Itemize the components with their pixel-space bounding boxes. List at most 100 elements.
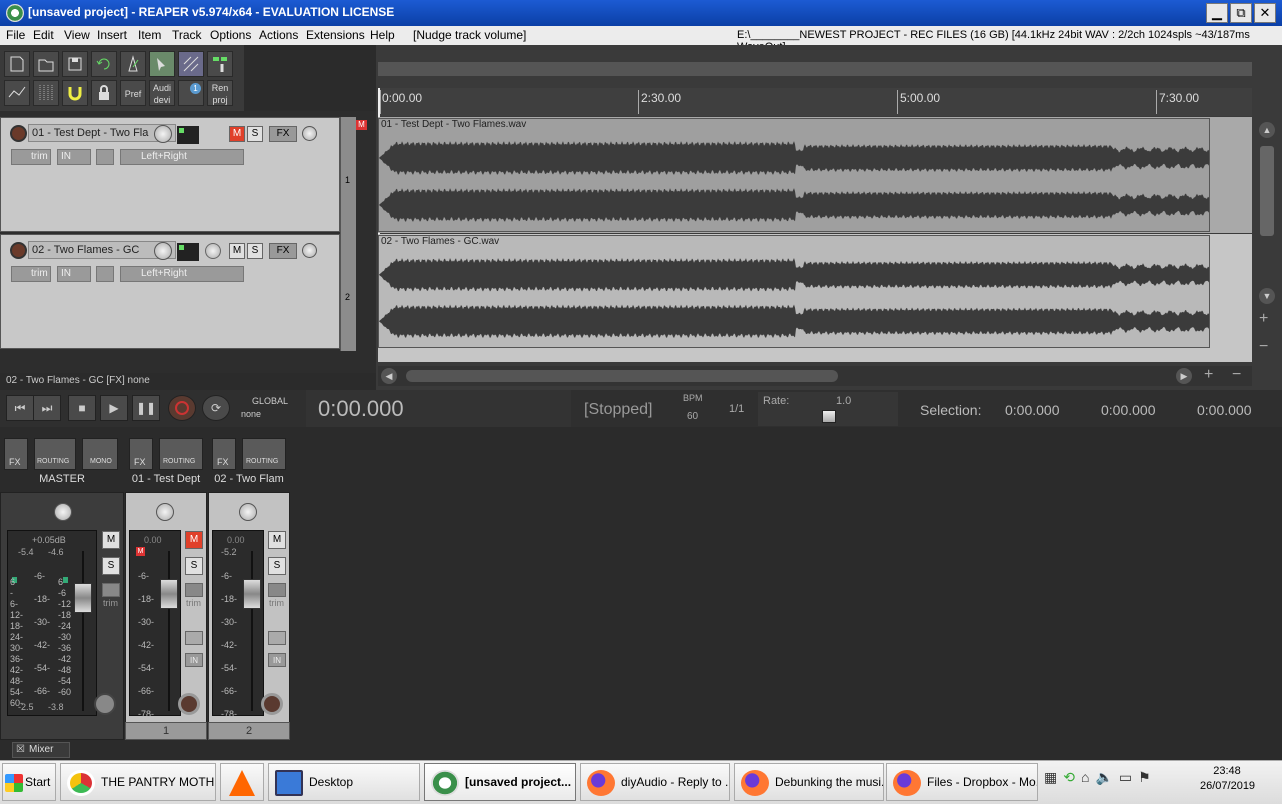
channel-send-icon[interactable] bbox=[268, 631, 286, 645]
task-reaper[interactable]: [unsaved project... bbox=[424, 763, 576, 801]
menu-options[interactable]: Options bbox=[210, 28, 251, 42]
system-tray[interactable]: ▦⟲⌂🔈▭⚑ bbox=[1044, 769, 1194, 795]
scroll-up-icon[interactable]: ▲ bbox=[1259, 122, 1275, 138]
channel-routing-button[interactable]: ROUTING bbox=[159, 438, 203, 470]
global-automation[interactable]: GLOBAL none bbox=[238, 395, 288, 421]
track-fx-button[interactable]: FX bbox=[269, 243, 297, 259]
tray-sync-icon[interactable]: ⟲ bbox=[1063, 769, 1081, 785]
h-zoom-in-icon[interactable]: + bbox=[1204, 366, 1213, 384]
track-panel-2[interactable]: 02 - Two Flames - GC M S FX trim IN Left… bbox=[0, 234, 340, 349]
channel-trim-button[interactable] bbox=[268, 583, 286, 597]
pan-knob[interactable] bbox=[205, 243, 221, 259]
grid-button[interactable] bbox=[33, 80, 59, 106]
item-grouping-button[interactable] bbox=[178, 51, 204, 77]
task-firefox-1[interactable]: diyAudio - Reply to ... bbox=[580, 763, 730, 801]
start-button[interactable]: Start bbox=[2, 763, 56, 801]
tray-network-icon[interactable]: ▦ bbox=[1044, 769, 1063, 785]
selection-end[interactable]: 0:00.000 bbox=[1101, 402, 1156, 418]
horizontal-scrollbar[interactable]: ◀ ▶ + − bbox=[378, 366, 1252, 386]
trim-button[interactable]: trim bbox=[11, 149, 51, 165]
scroll-down-icon[interactable]: ▼ bbox=[1259, 288, 1275, 304]
tray-flag-icon[interactable]: ⚑ bbox=[1138, 769, 1157, 785]
time-signature[interactable]: 1/1 bbox=[729, 403, 744, 415]
channel-fx-button[interactable]: FX bbox=[212, 438, 236, 470]
save-project-button[interactable] bbox=[62, 51, 88, 77]
horizontal-scroll-thumb[interactable] bbox=[406, 370, 838, 382]
ripple-edit-button[interactable] bbox=[149, 51, 175, 77]
menu-extensions[interactable]: Extensions bbox=[306, 28, 365, 42]
region-ruler[interactable] bbox=[378, 62, 1252, 76]
media-item-2[interactable]: 02 - Two Flames - GC.wav bbox=[378, 235, 1210, 348]
menu-actions[interactable]: Actions bbox=[259, 28, 298, 42]
channel-input-button[interactable]: IN bbox=[268, 653, 286, 667]
volume-icon[interactable]: 🔈 bbox=[1095, 769, 1118, 785]
open-project-button[interactable] bbox=[33, 51, 59, 77]
close-mixer-icon[interactable]: ☒ bbox=[16, 744, 25, 755]
task-desktop[interactable]: Desktop bbox=[268, 763, 420, 801]
pause-button[interactable]: ❚❚ bbox=[132, 395, 160, 421]
task-vlc[interactable] bbox=[220, 763, 264, 801]
preferences-button[interactable]: Pref bbox=[120, 80, 146, 106]
record-button[interactable] bbox=[168, 395, 196, 421]
channel-fx-button[interactable]: FX bbox=[129, 438, 153, 470]
phase-icon[interactable] bbox=[302, 243, 317, 258]
selection-start[interactable]: 0:00.000 bbox=[1005, 402, 1060, 418]
menu-view[interactable]: View bbox=[64, 28, 90, 42]
audio-device-button[interactable]: Audi devi bbox=[149, 80, 175, 106]
master-fader[interactable] bbox=[74, 583, 92, 613]
input-button[interactable]: IN bbox=[57, 266, 91, 282]
channel-routing-button[interactable]: ROUTING bbox=[242, 438, 286, 470]
master-solo-button[interactable]: S bbox=[102, 557, 120, 575]
menu-edit[interactable]: Edit bbox=[33, 28, 54, 42]
pan-selector[interactable]: Left+Right bbox=[120, 149, 244, 165]
playrate-control[interactable]: Rate: 1.0 bbox=[758, 392, 898, 426]
track-solo-button[interactable]: S bbox=[247, 243, 263, 259]
channel-record-arm-button[interactable] bbox=[178, 693, 200, 715]
undo-button[interactable] bbox=[91, 51, 117, 77]
channel-input-button[interactable]: IN bbox=[185, 653, 203, 667]
volume-knob[interactable] bbox=[154, 125, 172, 143]
menu-help[interactable]: Help bbox=[370, 28, 395, 42]
channel-send-icon[interactable] bbox=[185, 631, 203, 645]
channel-solo-button[interactable]: S bbox=[268, 557, 286, 575]
close-button[interactable]: ✕ bbox=[1254, 3, 1276, 23]
menu-file[interactable]: File bbox=[6, 28, 25, 42]
channel-name[interactable]: 02 - Two Flam bbox=[208, 473, 290, 489]
new-project-button[interactable] bbox=[4, 51, 30, 77]
track-panel-1[interactable]: 01 - Test Dept - Two Fla M S FX trim IN … bbox=[0, 117, 340, 232]
volume-knob[interactable] bbox=[154, 242, 172, 260]
channel-fader[interactable] bbox=[160, 579, 178, 609]
repeat-icon[interactable]: ⟳ bbox=[202, 395, 230, 421]
master-trim-button[interactable] bbox=[102, 583, 120, 597]
stop-button[interactable]: ■ bbox=[68, 395, 96, 421]
task-firefox-2[interactable]: Debunking the musi... bbox=[734, 763, 884, 801]
route-button[interactable] bbox=[177, 243, 199, 261]
selection-length[interactable]: 0:00.000 bbox=[1197, 402, 1252, 418]
record-arm-button[interactable] bbox=[10, 242, 27, 259]
master-fx-button[interactable]: FX bbox=[4, 438, 28, 470]
tray-usb-icon[interactable]: ⌂ bbox=[1081, 769, 1095, 785]
zoom-out-icon[interactable]: − bbox=[1259, 338, 1268, 356]
channel-pan-knob[interactable] bbox=[239, 503, 257, 521]
play-button[interactable]: ▶ bbox=[100, 395, 128, 421]
tray-display-icon[interactable]: ▭ bbox=[1119, 769, 1138, 785]
maximize-button[interactable]: ⧉ bbox=[1230, 3, 1252, 23]
channel-record-arm-button[interactable] bbox=[261, 693, 283, 715]
vertical-scroll-thumb[interactable] bbox=[1260, 146, 1274, 236]
track-counter-button[interactable]: 1 bbox=[178, 80, 204, 106]
record-arm-button[interactable] bbox=[10, 125, 27, 142]
snap-button[interactable] bbox=[4, 80, 30, 106]
channel-mute-button[interactable]: M bbox=[268, 531, 286, 549]
channel-trim-button[interactable] bbox=[185, 583, 203, 597]
track-fx-button[interactable]: FX bbox=[269, 126, 297, 142]
track-mute-button[interactable]: M bbox=[229, 126, 245, 142]
send-icon[interactable] bbox=[96, 266, 114, 282]
scroll-left-icon[interactable]: ◀ bbox=[381, 368, 397, 384]
channel-mute-button[interactable]: M bbox=[185, 531, 203, 549]
task-chrome[interactable]: THE PANTRY MOTH ... bbox=[60, 763, 216, 801]
trim-button[interactable]: trim bbox=[11, 266, 51, 282]
send-icon[interactable] bbox=[96, 149, 114, 165]
settings-gear-icon[interactable] bbox=[94, 693, 116, 715]
channel-solo-button[interactable]: S bbox=[185, 557, 203, 575]
timeline-ruler[interactable]: 0:00.00 2:30.00 5:00.00 7:30.00 bbox=[378, 88, 1252, 116]
